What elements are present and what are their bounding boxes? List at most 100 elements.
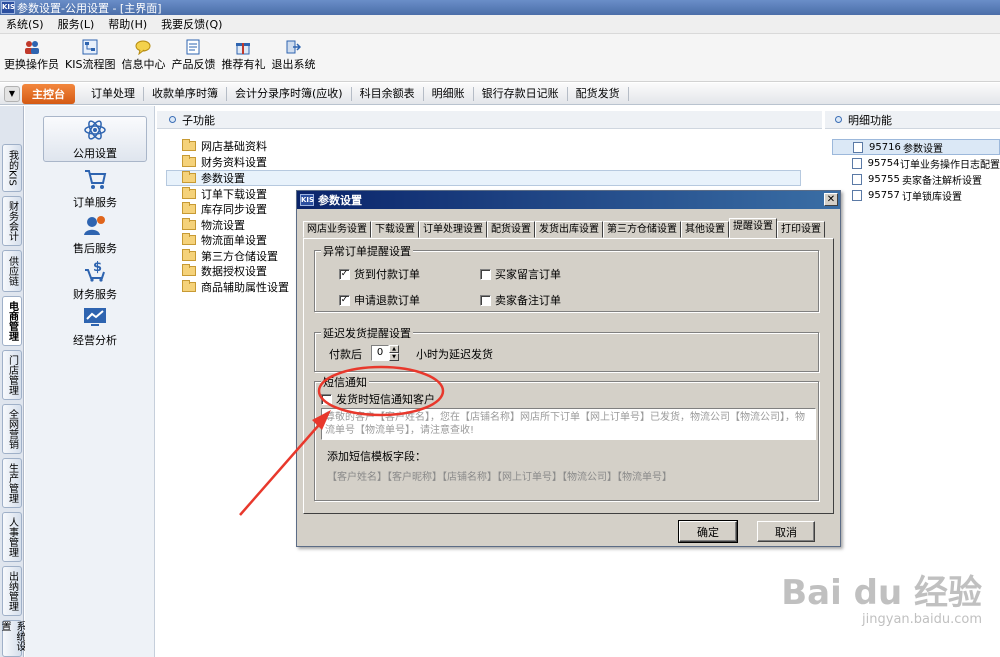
dialog-title: 参数设置 bbox=[318, 194, 362, 207]
tab-reminders[interactable]: 提醒设置 bbox=[729, 218, 777, 238]
tab-picking[interactable]: 配货设置 bbox=[487, 221, 535, 238]
sub-item-logistics[interactable]: 物流设置 bbox=[182, 217, 245, 233]
detail-title: 明细功能 bbox=[848, 113, 892, 127]
cod-order-checkbox[interactable]: ✓ 货到付款订单 bbox=[339, 266, 420, 282]
document-icon bbox=[853, 141, 863, 153]
parameter-settings-dialog: KIS 参数设置 ✕ 网店业务设置 下载设置 订单处理设置 配货设置 发货出库设… bbox=[296, 190, 841, 547]
vnav-marketing[interactable]: 全网营销 bbox=[2, 404, 22, 454]
seller-note-checkbox[interactable]: 卖家备注订单 bbox=[480, 292, 561, 308]
tab-download[interactable]: 下载设置 bbox=[371, 221, 419, 238]
sms-field-tags[interactable]: 【客户姓名】【客户昵称】【店铺名称】【网上订单号】【物流公司】【物流单号】 bbox=[327, 468, 672, 483]
bullet-icon bbox=[835, 116, 842, 123]
toolbar: 更换操作员 KIS流程图 信息中心 产品反馈 推荐有礼 退出系统 bbox=[0, 34, 1000, 82]
sub-item-product-attributes[interactable]: 商品辅助属性设置 bbox=[182, 279, 289, 295]
buyer-message-checkbox[interactable]: 买家留言订单 bbox=[480, 266, 561, 282]
close-icon: ✕ bbox=[826, 194, 836, 205]
checkbox-label: 买家留言订单 bbox=[495, 268, 561, 281]
info-center-button[interactable]: 信息中心 bbox=[121, 34, 165, 72]
exit-system-button[interactable]: 退出系统 bbox=[271, 34, 315, 72]
delay-hours-stepper[interactable]: 0 ▲ ▼ bbox=[371, 345, 399, 361]
vnav-cashier[interactable]: 出纳管理 bbox=[2, 566, 22, 616]
menu-system[interactable]: 系统(S) bbox=[6, 16, 44, 32]
flowchart-icon bbox=[81, 38, 99, 55]
tab-other[interactable]: 其他设置 bbox=[681, 221, 729, 238]
vertical-nav: 我的KIS 财务会计 供应链 电商管理 门店管理 全网营销 生产管理 人事管理 … bbox=[0, 106, 25, 657]
vnav-supply-chain[interactable]: 供应链 bbox=[2, 250, 22, 292]
detail-item-95755[interactable]: 95755 卖家备注解析设置 bbox=[832, 171, 1000, 187]
toolbar-label: 推荐有礼 bbox=[221, 58, 266, 71]
delay-hours-value[interactable]: 0 bbox=[371, 345, 389, 361]
recommend-gift-button[interactable]: 推荐有礼 bbox=[221, 34, 265, 72]
vnav-hr[interactable]: 人事管理 bbox=[2, 512, 22, 562]
detail-item-95757[interactable]: 95757 订单锁库设置 bbox=[832, 187, 1000, 203]
tab-shipping[interactable]: 发货出库设置 bbox=[535, 221, 603, 238]
users-icon bbox=[23, 38, 41, 55]
tab-ledger-detail[interactable]: 明细账 bbox=[424, 86, 474, 101]
exit-icon bbox=[284, 38, 302, 55]
vnav-store[interactable]: 门店管理 bbox=[2, 350, 22, 400]
vnav-settings[interactable]: 系统设置 bbox=[0, 620, 25, 657]
chart-monitor-icon bbox=[80, 304, 110, 330]
tab-dropdown-button[interactable]: ▼ bbox=[4, 85, 20, 102]
menu-help[interactable]: 帮助(H) bbox=[108, 16, 147, 32]
product-feedback-button[interactable]: 产品反馈 bbox=[171, 34, 215, 72]
money-cart-icon: $ bbox=[80, 258, 110, 284]
vnav-production[interactable]: 生产管理 bbox=[2, 458, 22, 508]
category-order-service[interactable]: 订单服务 bbox=[43, 166, 147, 210]
kis-flowchart-button[interactable]: KIS流程图 bbox=[65, 34, 115, 72]
vnav-my-kis[interactable]: 我的KIS bbox=[2, 144, 22, 192]
sub-function-title: 子功能 bbox=[182, 113, 215, 127]
category-business-analysis[interactable]: 经营分析 bbox=[43, 304, 147, 348]
tab-account-balance[interactable]: 科目余额表 bbox=[352, 86, 424, 101]
category-public-settings[interactable]: 公用设置 bbox=[43, 116, 147, 162]
sub-item-finance-data[interactable]: 财务资料设置 bbox=[182, 154, 267, 170]
category-finance-service[interactable]: $ 财务服务 bbox=[43, 258, 147, 302]
atom-icon bbox=[80, 117, 110, 143]
tab-home[interactable]: 主控台 bbox=[22, 83, 75, 104]
detail-item-95754[interactable]: 95754 订单业务操作日志配置 bbox=[832, 155, 1000, 171]
tab-receipt-journal[interactable]: 收款单序时簿 bbox=[144, 86, 227, 101]
detail-label: 参数设置 bbox=[903, 143, 943, 155]
switch-operator-button[interactable]: 更换操作员 bbox=[4, 34, 59, 72]
document-icon bbox=[852, 173, 862, 185]
feedback-icon bbox=[184, 38, 202, 55]
menu-feedback[interactable]: 我要反馈(Q) bbox=[161, 16, 222, 32]
sub-item-waybill[interactable]: 物流面单设置 bbox=[182, 232, 267, 248]
ok-button[interactable]: 确定 bbox=[678, 520, 738, 543]
detail-item-95716[interactable]: 95716 参数设置 bbox=[832, 139, 1000, 155]
document-icon bbox=[852, 157, 862, 169]
detail-label: 卖家备注解析设置 bbox=[902, 175, 982, 187]
sub-item-label: 物流设置 bbox=[201, 219, 245, 232]
spin-down-icon[interactable]: ▼ bbox=[389, 353, 399, 361]
menu-service[interactable]: 服务(L) bbox=[58, 16, 95, 32]
refund-request-checkbox[interactable]: ✓ 申请退款订单 bbox=[339, 292, 420, 308]
sub-item-third-party-storage[interactable]: 第三方仓储设置 bbox=[182, 248, 278, 264]
sub-item-label: 物流面单设置 bbox=[201, 234, 267, 247]
dialog-close-button[interactable]: ✕ bbox=[824, 193, 838, 206]
spin-up-icon[interactable]: ▲ bbox=[389, 345, 399, 353]
vnav-finance[interactable]: 财务会计 bbox=[2, 196, 22, 246]
vnav-ecommerce[interactable]: 电商管理 bbox=[2, 296, 22, 346]
tab-shop-business[interactable]: 网店业务设置 bbox=[303, 221, 371, 238]
category-after-sales[interactable]: 售后服务 bbox=[43, 212, 147, 256]
tab-print[interactable]: 打印设置 bbox=[777, 221, 825, 238]
tab-order-processing[interactable]: 订单处理 bbox=[83, 86, 144, 101]
sms-template-textarea[interactable]: 尊敬的客户【客户姓名】，您在【店铺名称】网店所下订单【网上订单号】已发货，物流公… bbox=[321, 408, 816, 440]
delay-shipping-group: 延迟发货提醒设置 付款后 0 ▲ ▼ 小时为延迟发货 bbox=[314, 325, 819, 372]
sub-item-parameter-settings[interactable]: 参数设置 bbox=[166, 170, 801, 186]
sub-item-shop-basic[interactable]: 网店基础资料 bbox=[182, 138, 267, 154]
sub-item-label: 财务资料设置 bbox=[201, 156, 267, 169]
tab-order-processing[interactable]: 订单处理设置 bbox=[419, 221, 487, 238]
tab-picking-shipping[interactable]: 配货发货 bbox=[568, 86, 629, 101]
sub-item-data-authorization[interactable]: 数据授权设置 bbox=[182, 263, 267, 279]
chevron-down-icon: ▼ bbox=[8, 88, 16, 98]
sub-item-order-download[interactable]: 订单下载设置 bbox=[182, 186, 267, 202]
detail-header: 明细功能 bbox=[825, 111, 1000, 129]
cancel-button[interactable]: 取消 bbox=[757, 521, 815, 542]
detail-code: 95754 bbox=[867, 157, 900, 169]
tab-bank-journal[interactable]: 银行存款日记账 bbox=[474, 86, 568, 101]
sms-on-shipping-checkbox[interactable]: 发货时短信通知客户 bbox=[321, 391, 435, 407]
tab-voucher-journal[interactable]: 会计分录序时簿(应收) bbox=[227, 86, 352, 101]
sub-item-stock-sync[interactable]: 库存同步设置 bbox=[182, 201, 267, 217]
tab-third-party-storage[interactable]: 第三方仓储设置 bbox=[603, 221, 681, 238]
